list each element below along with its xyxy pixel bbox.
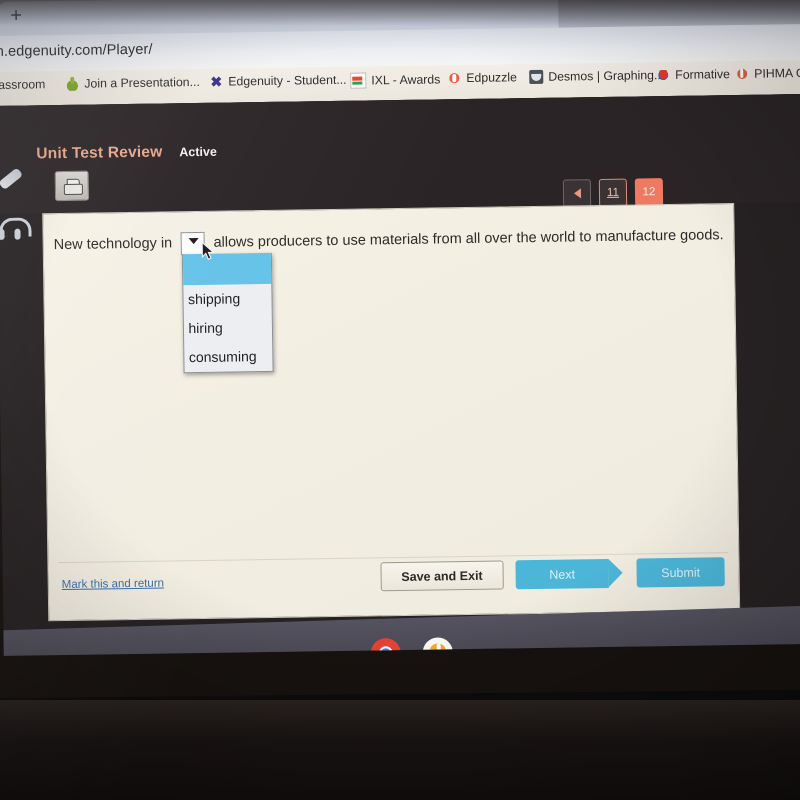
- bookmark-join-a-presentation[interactable]: Join a Presentation...: [65, 75, 200, 91]
- left-triangle-icon: [573, 188, 581, 199]
- bookmark-label: PIHMA C: [754, 65, 800, 81]
- question-row: New technology in shipping hiring consum…: [53, 221, 724, 373]
- new-tab-button[interactable]: +: [10, 5, 22, 27]
- desmos-icon: [529, 69, 544, 85]
- bookmark-label: Formative: [675, 67, 731, 82]
- bookmark-label: Edgenuity - Student...: [228, 72, 347, 89]
- photo-dark-surround: [0, 700, 800, 800]
- edgenuity-icon: ✖: [210, 73, 223, 90]
- question-text-before: New technology in: [53, 235, 173, 254]
- bookmark-label: classroom: [0, 77, 46, 93]
- printer-icon: [63, 179, 80, 193]
- mark-this-and-return-link[interactable]: Mark this and return: [62, 578, 164, 592]
- photograph-of-screen: + rn.edgenuity.com/Player/ classroom Joi…: [0, 0, 800, 800]
- music-note-icon[interactable]: [422, 637, 454, 656]
- headphones-icon[interactable]: [0, 218, 28, 242]
- bookmark-label: IXL - Awards: [371, 72, 441, 88]
- formative-icon: [656, 67, 671, 83]
- bookmark-label: Desmos | Graphing...: [548, 68, 665, 84]
- question-card: New technology in shipping hiring consum…: [42, 203, 741, 622]
- print-button[interactable]: [54, 170, 90, 202]
- bookmark-pihma[interactable]: PIHMA C: [735, 65, 800, 82]
- bookmark-label: Edpuzzle: [466, 70, 517, 86]
- question-text-after: allows producers to use materials from a…: [213, 227, 724, 251]
- page-title: Unit Test Review: [36, 143, 163, 163]
- dropdown-option-shipping[interactable]: shipping: [183, 283, 271, 313]
- status-badge: Active: [179, 144, 217, 160]
- nearpod-icon: [65, 76, 80, 91]
- url-text[interactable]: rn.edgenuity.com/Player/: [0, 42, 153, 60]
- save-and-exit-button[interactable]: Save and Exit: [380, 560, 504, 592]
- ixl-icon: [350, 72, 367, 89]
- dropdown-option-hiring[interactable]: hiring: [183, 312, 271, 342]
- pihma-icon: [735, 66, 750, 82]
- bookmark-desmos-graphing[interactable]: Desmos | Graphing...: [529, 68, 665, 85]
- submit-button[interactable]: Submit: [636, 557, 725, 588]
- bookmark-formative[interactable]: Formative: [656, 67, 731, 83]
- next-button[interactable]: Next: [515, 558, 609, 590]
- pagination: 11 12: [562, 178, 664, 208]
- answer-dropdown[interactable]: shipping hiring consuming: [180, 231, 274, 373]
- bookmark-classroom[interactable]: classroom: [0, 77, 45, 92]
- chrome-icon[interactable]: [370, 638, 402, 656]
- chevron-down-icon: [188, 237, 199, 244]
- bookmark-edpuzzle[interactable]: Edpuzzle: [447, 70, 517, 86]
- previous-page-button[interactable]: [562, 179, 592, 208]
- page-button-11[interactable]: 11: [598, 178, 628, 208]
- edpuzzle-icon: [447, 71, 462, 86]
- dropdown-option-blank[interactable]: [182, 252, 271, 285]
- chromebook-screen: + rn.edgenuity.com/Player/ classroom Joi…: [0, 0, 800, 656]
- bookmark-edgenuity-student[interactable]: ✖ Edgenuity - Student...: [209, 72, 347, 90]
- dropdown-option-consuming[interactable]: consuming: [184, 341, 272, 371]
- dropdown-options-list[interactable]: shipping hiring consuming: [181, 252, 274, 373]
- bookmark-ixl-awards[interactable]: IXL - Awards: [350, 71, 441, 89]
- bookmark-label: Join a Presentation...: [84, 74, 200, 91]
- action-buttons: Save and Exit Next Submit: [380, 557, 725, 592]
- page-button-12[interactable]: 12: [634, 178, 664, 207]
